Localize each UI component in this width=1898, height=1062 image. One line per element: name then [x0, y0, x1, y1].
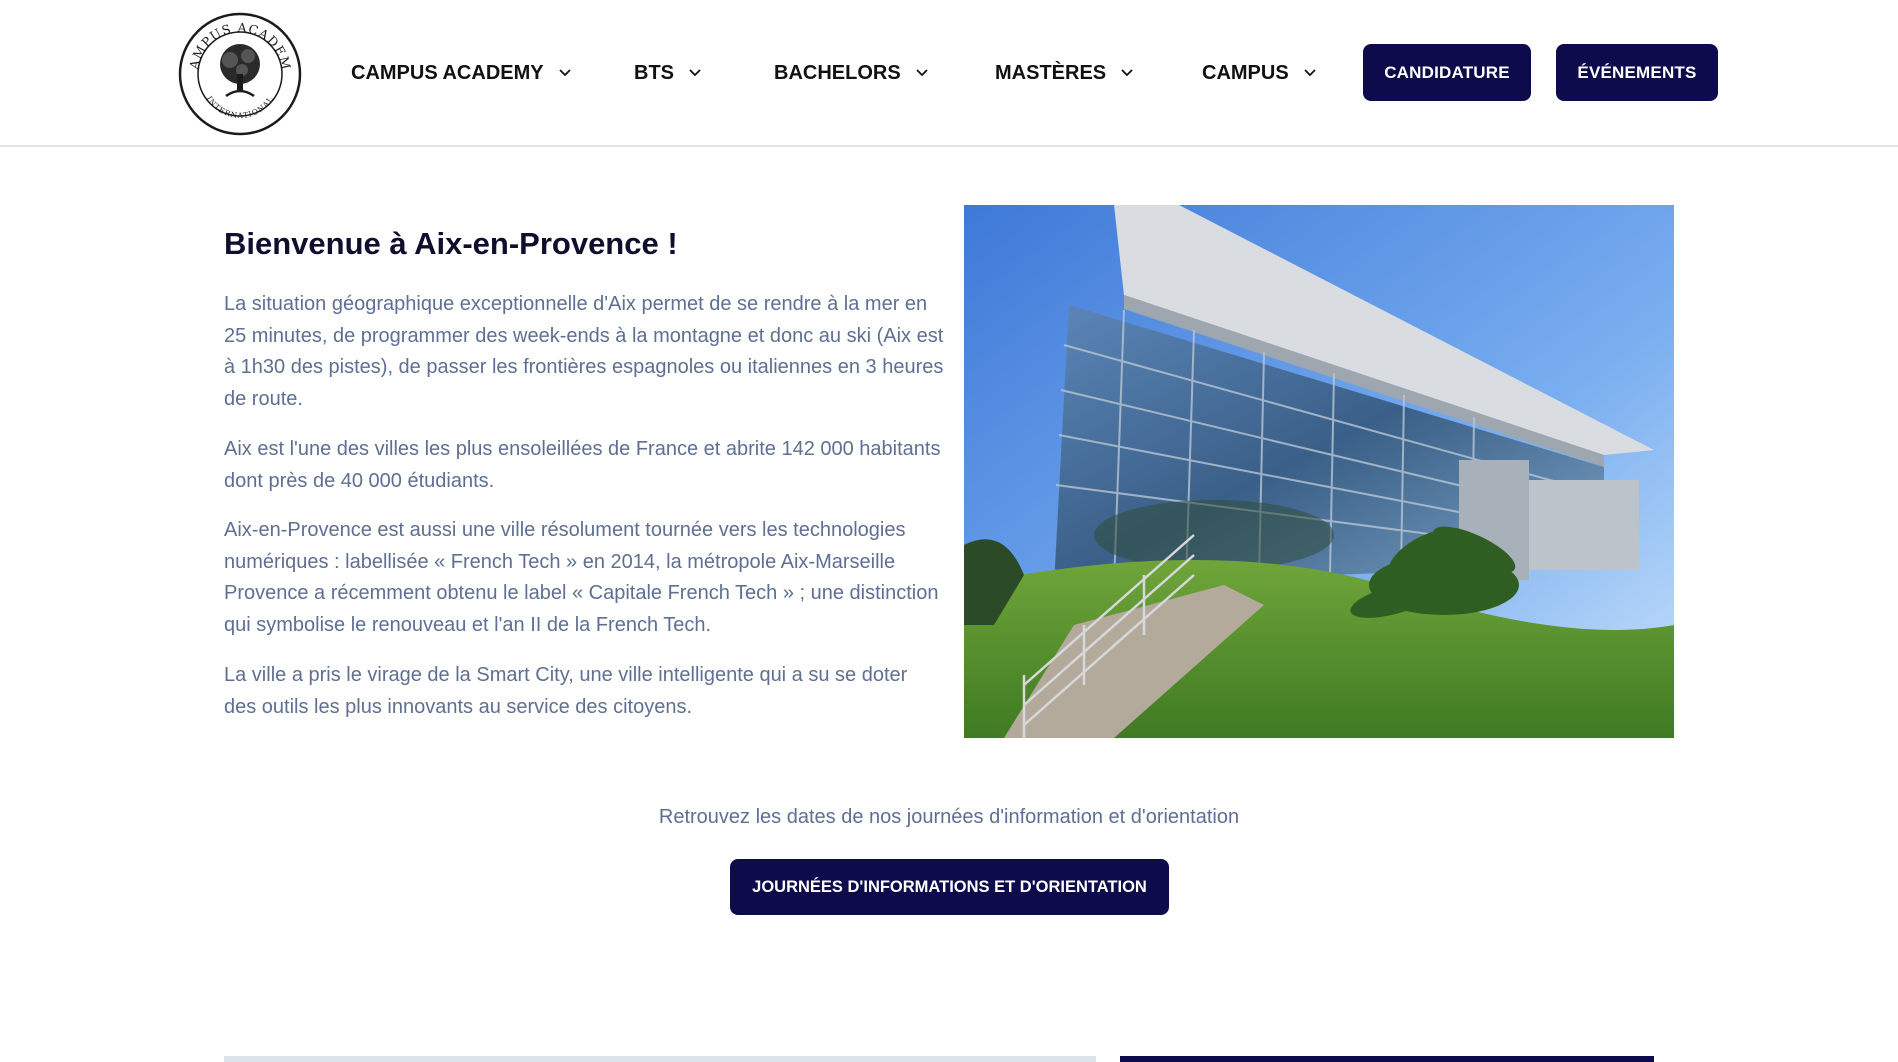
nav-bachelors[interactable]: BACHELORS: [774, 58, 929, 88]
campus-building-photo: [964, 205, 1674, 738]
site-header: CAMPUS ACADEMY INTERNATIONAL CAMPUS ACAD…: [0, 0, 1898, 147]
nav-campus[interactable]: CAMPUS: [1202, 58, 1317, 88]
nav-campus-academy-label: CAMPUS ACADEMY: [351, 61, 544, 84]
dark-panel-top: [1120, 1056, 1654, 1062]
chevron-down-icon: [689, 69, 701, 77]
nav-campus-label: CAMPUS: [1202, 61, 1289, 84]
chevron-down-icon: [1121, 69, 1133, 77]
intro-paragraph-1: La situation géographique exceptionnelle…: [224, 293, 944, 410]
candidature-button[interactable]: CANDIDATURE: [1363, 44, 1531, 101]
nav-bts-label: BTS: [634, 61, 674, 84]
campus-academy-logo[interactable]: CAMPUS ACADEMY INTERNATIONAL: [178, 12, 302, 136]
info-days-button[interactable]: JOURNÉES D'INFORMATIONS ET D'ORIENTATION: [730, 859, 1169, 915]
chevron-down-icon: [916, 69, 928, 77]
page-title: Bienvenue à Aix-en-Provence !: [224, 226, 678, 261]
nav-masteres[interactable]: MASTÈRES: [995, 58, 1134, 88]
evenements-button[interactable]: ÉVÉNEMENTS: [1556, 44, 1718, 101]
nav-campus-academy[interactable]: CAMPUS ACADEMY: [351, 58, 572, 88]
map-preview[interactable]: [224, 1056, 1096, 1062]
nav-masteres-label: MASTÈRES: [995, 61, 1107, 84]
chevron-down-icon: [1304, 69, 1316, 77]
nav-bts[interactable]: BTS: [634, 58, 702, 88]
chevron-down-icon: [558, 69, 571, 77]
info-days-text: Retrouvez les dates de nos journées d'in…: [658, 806, 1240, 828]
intro-paragraph-4: La ville a pris le virage de la Smart Ci…: [224, 664, 908, 718]
intro-paragraph-3: Aix-en-Provence est aussi une ville réso…: [224, 519, 939, 636]
nav-bachelors-label: BACHELORS: [774, 61, 901, 84]
intro-paragraph-2: Aix est l'une des villes les plus ensole…: [224, 438, 941, 492]
